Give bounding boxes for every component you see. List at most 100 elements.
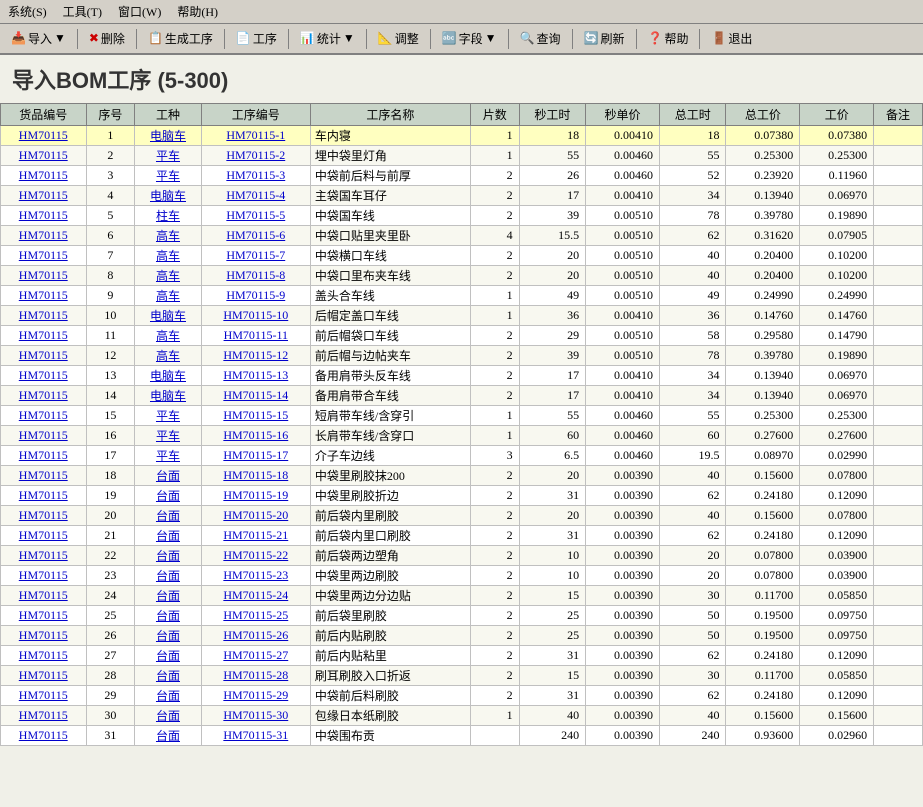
table-cell xyxy=(874,666,923,686)
table-cell: 50 xyxy=(659,626,725,646)
table-cell: 0.19500 xyxy=(726,606,800,626)
menu-tools[interactable]: 工具(T) xyxy=(59,2,106,21)
adjust-button[interactable]: 📐 调整 xyxy=(371,27,426,50)
table-row[interactable]: HM7011519台面HM70115-19中袋里刷胶折边2310.0039062… xyxy=(1,486,923,506)
table-cell: 2 xyxy=(86,146,135,166)
import-button[interactable]: 📥 导入 ▼ xyxy=(4,27,73,50)
table-cell: 50 xyxy=(659,606,725,626)
table-row[interactable]: HM7011523台面HM70115-23中袋里两边刷胶2100.0039020… xyxy=(1,566,923,586)
table-cell: 0.00390 xyxy=(586,586,660,606)
table-row[interactable]: HM7011531台面HM70115-31中袋围布贡2400.003902400… xyxy=(1,726,923,746)
table-row[interactable]: HM7011528台面HM70115-28刷耳刷胶入口折返2150.003903… xyxy=(1,666,923,686)
table-cell: 0.11700 xyxy=(726,586,800,606)
table-cell: 平车 xyxy=(135,446,201,466)
table-cell: HM70115 xyxy=(1,646,87,666)
table-row[interactable]: HM7011512高车HM70115-12前后帽与边帖夹车2390.005107… xyxy=(1,346,923,366)
table-cell: HM70115-27 xyxy=(201,646,310,666)
table-row[interactable]: HM7011529台面HM70115-29中袋前后料刷胶2310.0039062… xyxy=(1,686,923,706)
table-cell: 0.06970 xyxy=(800,186,874,206)
table-cell: 2 xyxy=(470,586,519,606)
statistics-button[interactable]: 📊 统计 ▼ xyxy=(293,27,362,50)
table-cell: 13 xyxy=(86,366,135,386)
table-cell: 0.27600 xyxy=(800,426,874,446)
help-button[interactable]: ❓ 帮助 xyxy=(641,27,696,50)
table-cell: HM70115-12 xyxy=(201,346,310,366)
delete-button[interactable]: ✖ 删除 xyxy=(82,27,132,50)
refresh-button[interactable]: 🔄 刷新 xyxy=(577,27,632,50)
table-cell: 49 xyxy=(519,286,585,306)
table-cell: 0.00390 xyxy=(586,706,660,726)
table-row[interactable]: HM7011522台面HM70115-22前后袋两边塑角2100.0039020… xyxy=(1,546,923,566)
table-cell: 0.00510 xyxy=(586,246,660,266)
table-row[interactable]: HM7011513电脑车HM70115-13备用肩带头反车线2170.00410… xyxy=(1,366,923,386)
table-cell: 0.00510 xyxy=(586,206,660,226)
table-cell: 31 xyxy=(519,686,585,706)
table-row[interactable]: HM7011511高车HM70115-11前后帽袋口车线2290.0051058… xyxy=(1,326,923,346)
table-row[interactable]: HM701155柱车HM70115-5中袋国车线2390.00510780.39… xyxy=(1,206,923,226)
table-row[interactable]: HM701151电脑车HM70115-1车内寝1180.00410180.073… xyxy=(1,126,923,146)
table-row[interactable]: HM7011525台面HM70115-25前后袋里刷胶2250.00390500… xyxy=(1,606,923,626)
query-button[interactable]: 🔍 查询 xyxy=(513,27,568,50)
sep9 xyxy=(636,29,637,49)
table-cell: HM70115 xyxy=(1,266,87,286)
table-cell: 26 xyxy=(519,166,585,186)
statistics-icon: 📊 xyxy=(300,31,315,46)
table-row[interactable]: HM7011520台面HM70115-20前后袋内里刷胶2200.0039040… xyxy=(1,506,923,526)
table-row[interactable]: HM701159高车HM70115-9盖头合车线1490.00510490.24… xyxy=(1,286,923,306)
table-row[interactable]: HM701158高车HM70115-8中袋口里布夹车线2200.00510400… xyxy=(1,266,923,286)
table-cell: 中袋围布贡 xyxy=(310,726,470,746)
process-button[interactable]: 📄 工序 xyxy=(229,27,284,50)
table-cell: 备用肩带头反车线 xyxy=(310,366,470,386)
table-row[interactable]: HM7011524台面HM70115-24中袋里两边分边贴2150.003903… xyxy=(1,586,923,606)
menu-help[interactable]: 帮助(H) xyxy=(173,2,222,21)
table-cell: HM70115 xyxy=(1,586,87,606)
table-row[interactable]: HM7011517平车HM70115-17介子车边线36.50.0046019.… xyxy=(1,446,923,466)
table-row[interactable]: HM7011516平车HM70115-16长肩带车线/含穿口1600.00460… xyxy=(1,426,923,446)
table-container[interactable]: 货品编号 序号 工种 工序编号 工序名称 片数 秒工时 秒单价 总工时 总工价 … xyxy=(0,103,923,807)
table-cell: 中袋里两边刷胶 xyxy=(310,566,470,586)
table-cell: 12 xyxy=(86,346,135,366)
table-row[interactable]: HM7011527台面HM70115-27前后内贴粘里2310.00390620… xyxy=(1,646,923,666)
table-cell: HM70115-15 xyxy=(201,406,310,426)
table-cell: 0.00410 xyxy=(586,186,660,206)
table-row[interactable]: HM7011515平车HM70115-15短肩带车线/含穿引1550.00460… xyxy=(1,406,923,426)
table-row[interactable]: HM7011510电脑车HM70115-10后帽定盖口车线1360.004103… xyxy=(1,306,923,326)
generate-button[interactable]: 📋 生成工序 xyxy=(141,27,220,50)
table-cell: 中袋口里布夹车线 xyxy=(310,266,470,286)
table-cell: 10 xyxy=(86,306,135,326)
table-cell: 39 xyxy=(519,206,585,226)
table-cell: 2 xyxy=(470,206,519,226)
table-row[interactable]: HM7011521台面HM70115-21前后袋内里口刷胶2310.003906… xyxy=(1,526,923,546)
table-cell xyxy=(874,446,923,466)
table-cell: HM70115-26 xyxy=(201,626,310,646)
sep3 xyxy=(224,29,225,49)
table-cell: HM70115-5 xyxy=(201,206,310,226)
table-row[interactable]: HM7011526台面HM70115-26前后内贴刷胶2250.00390500… xyxy=(1,626,923,646)
table-cell: 0.06970 xyxy=(800,386,874,406)
table-cell: 29 xyxy=(86,686,135,706)
table-row[interactable]: HM701157高车HM70115-7中袋横口车线2200.00510400.2… xyxy=(1,246,923,266)
table-row[interactable]: HM701156高车HM70115-6中袋口贴里夹里卧415.50.005106… xyxy=(1,226,923,246)
table-row[interactable]: HM701153平车HM70115-3中袋前后料与前厚2260.00460520… xyxy=(1,166,923,186)
table-row[interactable]: HM701154电脑车HM70115-4主袋国车耳仔2170.00410340.… xyxy=(1,186,923,206)
sep7 xyxy=(508,29,509,49)
table-cell: 0.07800 xyxy=(800,466,874,486)
field-button[interactable]: 🔤 字段 ▼ xyxy=(435,27,504,50)
table-cell: 1 xyxy=(470,306,519,326)
menu-system[interactable]: 系统(S) xyxy=(4,2,51,21)
table-cell: 前后帽与边帖夹车 xyxy=(310,346,470,366)
table-cell: 介子车边线 xyxy=(310,446,470,466)
table-cell: 平车 xyxy=(135,426,201,446)
table-cell: 包缘日本纸刷胶 xyxy=(310,706,470,726)
exit-button[interactable]: 🚪 退出 xyxy=(704,27,759,50)
table-cell xyxy=(874,406,923,426)
table-row[interactable]: HM7011530台面HM70115-30包缘日本纸刷胶1400.0039040… xyxy=(1,706,923,726)
table-cell xyxy=(874,626,923,646)
table-row[interactable]: HM7011518台面HM70115-18中袋里刷胶抹2002200.00390… xyxy=(1,466,923,486)
table-cell: 高车 xyxy=(135,246,201,266)
table-cell: 台面 xyxy=(135,546,201,566)
table-row[interactable]: HM7011514电脑车HM70115-14备用肩带合车线2170.004103… xyxy=(1,386,923,406)
menu-window[interactable]: 窗口(W) xyxy=(114,2,165,21)
table-cell: HM70115-20 xyxy=(201,506,310,526)
table-row[interactable]: HM701152平车HM70115-2埋中袋里灯角1550.00460550.2… xyxy=(1,146,923,166)
